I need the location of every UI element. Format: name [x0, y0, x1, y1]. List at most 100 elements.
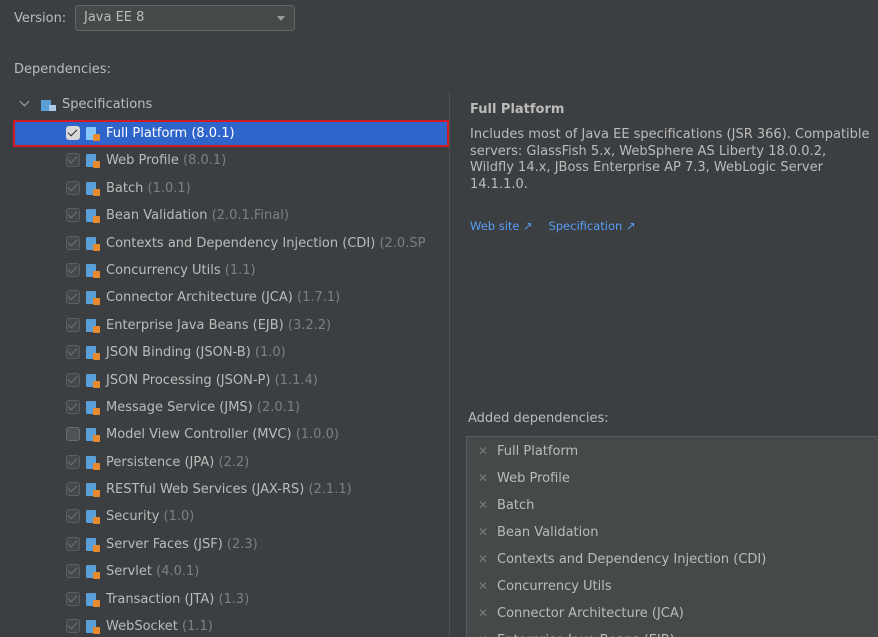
item-version: (1.0.1) — [147, 180, 191, 196]
dependencies-label: Dependencies: — [14, 62, 111, 77]
module-icon — [86, 400, 100, 415]
version-label: Version: — [14, 11, 67, 26]
checkbox[interactable] — [66, 345, 80, 360]
checkbox[interactable] — [66, 235, 80, 250]
added-dependency-item[interactable]: ✕ Bean Validation — [467, 518, 878, 545]
website-link[interactable]: Web site ↗ — [470, 219, 533, 233]
chevron-down-icon — [277, 16, 285, 21]
tree-item[interactable]: Contexts and Dependency Injection (CDI) … — [13, 230, 449, 257]
module-icon — [86, 127, 100, 141]
tree-item[interactable]: Message Service (JMS) (2.0.1) — [13, 394, 449, 421]
checkbox[interactable] — [66, 208, 80, 223]
module-icon — [86, 483, 100, 498]
tree-item[interactable]: Persistence (JPA) (2.2) — [13, 449, 449, 476]
checkbox[interactable] — [66, 427, 80, 442]
tree-item[interactable]: Batch (1.0.1) — [13, 175, 449, 202]
item-name: Bean Validation — [106, 208, 208, 224]
tree-item[interactable]: JSON Processing (JSON-P) (1.1.4) — [13, 367, 449, 394]
item-name: Message Service (JMS) — [106, 399, 253, 415]
item-name: Concurrency Utils — [106, 262, 221, 278]
remove-icon[interactable]: ✕ — [478, 518, 488, 547]
checkbox[interactable] — [66, 482, 80, 497]
item-version: (1.3) — [218, 591, 250, 607]
tree-items: Full Platform (8.0.1) Web Profile (8.0.1)… — [13, 120, 449, 636]
remove-icon[interactable]: ✕ — [478, 491, 488, 520]
tree-item[interactable]: Concurrency Utils (1.1) — [13, 257, 449, 284]
added-dependency-item[interactable]: ✕ Connector Architecture (JCA) — [467, 599, 878, 626]
checkbox[interactable] — [66, 180, 80, 195]
checkbox[interactable] — [66, 591, 80, 606]
tree-item[interactable]: Transaction (JTA) (1.3) — [13, 586, 449, 613]
tree-item[interactable]: Connector Architecture (JCA) (1.7.1) — [13, 284, 449, 311]
added-dependency-item[interactable]: ✕ Full Platform — [467, 437, 878, 464]
added-dependency-label: Contexts and Dependency Injection (CDI) — [497, 552, 767, 567]
tree-item[interactable]: Servlet (4.0.1) — [13, 558, 449, 585]
remove-icon[interactable]: ✕ — [478, 437, 488, 466]
remove-icon[interactable]: ✕ — [478, 599, 488, 628]
item-name: Batch — [106, 180, 144, 196]
item-version: (1.1) — [182, 619, 213, 635]
item-name: Security — [106, 509, 160, 525]
tree-item[interactable]: Full Platform (8.0.1) — [13, 120, 449, 148]
info-description: Includes most of Java EE specifications … — [470, 127, 870, 192]
checkbox[interactable] — [66, 153, 80, 168]
tree-item[interactable]: Server Faces (JSF) (2.3) — [13, 531, 449, 558]
checkbox[interactable] — [66, 619, 80, 634]
item-name: JSON Processing (JSON-P) — [106, 372, 271, 388]
version-select[interactable]: Java EE 8 — [75, 5, 295, 31]
tree-item[interactable]: WebSocket (1.1) — [13, 613, 449, 636]
item-version: (2.0.SP — [379, 235, 426, 251]
added-dependency-item[interactable]: ✕ Contexts and Dependency Injection (CDI) — [467, 545, 878, 572]
checkbox[interactable] — [66, 509, 80, 524]
tree-root-label: Specifications — [62, 97, 153, 112]
checkbox[interactable] — [66, 454, 80, 469]
added-dependency-item[interactable]: ✕ Batch — [467, 491, 878, 518]
info-title: Full Platform — [470, 102, 565, 117]
added-dependency-item[interactable]: ✕ Web Profile — [467, 464, 878, 491]
tree-item[interactable]: RESTful Web Services (JAX-RS) (2.1.1) — [13, 476, 449, 503]
tree-item[interactable]: Model View Controller (MVC) (1.0.0) — [13, 421, 449, 448]
item-name: WebSocket — [106, 619, 178, 635]
item-version: (1.0.0) — [295, 427, 339, 443]
module-icon — [86, 318, 100, 333]
checkbox[interactable] — [66, 290, 80, 305]
checkbox[interactable] — [66, 564, 80, 579]
item-name: Enterprise Java Beans (EJB) — [106, 317, 284, 333]
item-version: (2.3) — [226, 536, 258, 552]
item-name: Connector Architecture (JCA) — [106, 290, 293, 306]
added-dependency-item[interactable]: ✕ Concurrency Utils — [467, 572, 878, 599]
item-version: (2.2) — [218, 454, 250, 470]
item-name: Contexts and Dependency Injection (CDI) — [106, 235, 376, 251]
item-version: (3.2.2) — [287, 317, 332, 333]
remove-icon[interactable]: ✕ — [478, 572, 488, 601]
specification-link[interactable]: Specification ↗ — [548, 219, 635, 233]
tree-node-specifications[interactable]: Specifications — [13, 96, 449, 116]
checkbox[interactable] — [66, 372, 80, 387]
tree-item[interactable]: JSON Binding (JSON-B) (1.0) — [13, 339, 449, 366]
added-dependency-label: Bean Validation — [497, 525, 599, 540]
tree-item[interactable]: Web Profile (8.0.1) — [13, 147, 449, 174]
added-dependency-label: Concurrency Utils — [497, 579, 612, 594]
chevron-down-icon[interactable] — [19, 96, 30, 107]
dependencies-tree[interactable]: Specifications Full Platform (8.0.1) Web … — [13, 92, 450, 636]
info-links: Web site ↗ Specification ↗ — [470, 219, 648, 233]
checkbox[interactable] — [66, 536, 80, 551]
remove-icon[interactable]: ✕ — [478, 626, 488, 637]
module-icon — [86, 346, 100, 361]
checkbox[interactable] — [66, 262, 80, 277]
tree-item[interactable]: Enterprise Java Beans (EJB) (3.2.2) — [13, 312, 449, 339]
checkbox[interactable] — [66, 317, 80, 332]
item-version: (2.1.1) — [308, 482, 352, 498]
item-version: (8.0.1) — [183, 153, 227, 169]
item-name: Transaction (JTA) — [106, 591, 215, 607]
module-icon — [86, 373, 100, 388]
item-name: JSON Binding (JSON-B) — [106, 345, 251, 361]
checkbox[interactable] — [66, 126, 80, 140]
remove-icon[interactable]: ✕ — [478, 464, 488, 493]
added-dependency-label: Connector Architecture (JCA) — [497, 606, 684, 621]
checkbox[interactable] — [66, 399, 80, 414]
tree-item[interactable]: Security (1.0) — [13, 503, 449, 530]
remove-icon[interactable]: ✕ — [478, 545, 488, 574]
added-dependency-item[interactable]: ✕ Enterprise Java Beans (EJB) — [467, 626, 878, 637]
tree-item[interactable]: Bean Validation (2.0.1.Final) — [13, 202, 449, 229]
